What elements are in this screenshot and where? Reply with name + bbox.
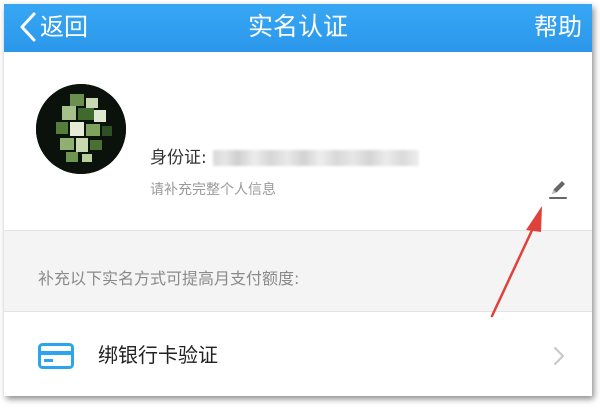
avatar-image: [36, 84, 126, 174]
bind-bank-card-label: 绑银行卡验证: [98, 343, 218, 367]
complete-info-hint: 请补充完整个人信息: [150, 182, 276, 198]
notice-text: 补充以下实名方式可提高月支付额度:: [38, 269, 300, 288]
id-card-row: 身份证:: [150, 146, 419, 170]
help-button[interactable]: 帮助: [534, 10, 582, 44]
notice-section: 补充以下实名方式可提高月支付额度:: [4, 230, 592, 312]
navigation-bar: 返回 实名认证 帮助: [4, 4, 592, 52]
chevron-right-icon: [554, 347, 564, 365]
avatar: [36, 84, 126, 174]
id-card-number-blurred: [212, 150, 419, 166]
screenshot-frame: 返回 实名认证 帮助 身份证: 请补充完整个人信息 补充以下实名方式可提高月支付…: [4, 4, 592, 396]
id-card-label: 身份证:: [150, 148, 207, 168]
pencil-icon[interactable]: [544, 176, 570, 202]
page-title: 实名认证: [247, 12, 348, 41]
bind-bank-card-row[interactable]: 绑银行卡验证: [4, 312, 592, 396]
profile-section: 身份证: 请补充完整个人信息: [4, 52, 592, 230]
bank-card-icon: [38, 343, 74, 369]
